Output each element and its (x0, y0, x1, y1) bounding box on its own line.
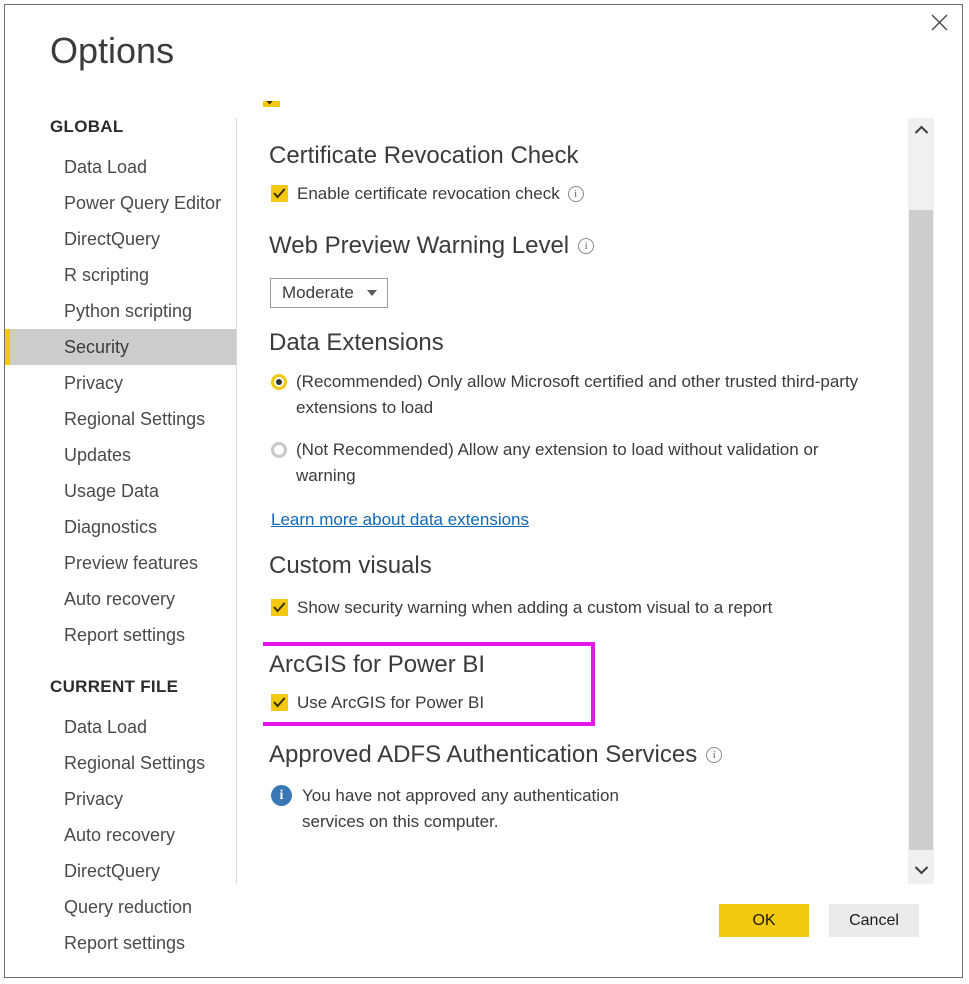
data-extension-option-recommended[interactable]: (Recommended) Only allow Microsoft certi… (271, 369, 866, 421)
content-scrollbar[interactable] (908, 118, 934, 884)
section-title-web-preview: Web Preview Warning Level i (269, 231, 595, 261)
sidebar-item-cf-privacy[interactable]: Privacy (5, 781, 237, 817)
use-arcgis-checkbox[interactable] (271, 694, 288, 711)
clipped-option-row (263, 101, 289, 107)
radio-not-recommended[interactable] (271, 442, 287, 458)
sidebar-item-cf-report-settings[interactable]: Report settings (5, 925, 237, 961)
sidebar-item-label: Data Load (64, 717, 148, 737)
sidebar-item-label: Privacy (64, 373, 124, 393)
sidebar-item-updates[interactable]: Updates (5, 437, 237, 473)
sidebar-item-label: Auto recovery (64, 589, 176, 609)
sidebar-item-label: Python scripting (64, 301, 193, 321)
scroll-up-button[interactable] (908, 118, 934, 144)
section-title-web-preview-text: Web Preview Warning Level (269, 232, 570, 259)
chevron-down-icon (914, 862, 929, 880)
clipped-checkbox[interactable] (263, 101, 280, 107)
adfs-message-row: i You have not approved any authenticati… (271, 783, 641, 835)
chevron-down-icon (366, 290, 377, 296)
page-title: Options (50, 30, 175, 71)
sidebar-divider (236, 118, 237, 884)
scrollbar-thumb[interactable] (909, 210, 933, 850)
sidebar-group-heading-current-file: CURRENT FILE (50, 677, 179, 696)
learn-more-data-extensions-link[interactable]: Learn more about data extensions (271, 510, 529, 530)
info-icon[interactable]: i (567, 186, 584, 202)
sidebar-item-label: Report settings (64, 933, 186, 953)
sidebar-item-python-scripting[interactable]: Python scripting (5, 293, 237, 329)
sidebar-item-privacy[interactable]: Privacy (5, 365, 237, 401)
sidebar-item-label: DirectQuery (64, 861, 161, 881)
settings-content: Certificate Revocation Check Enable cert… (263, 101, 897, 879)
section-title-certificate-revocation: Certificate Revocation Check (269, 142, 579, 169)
certificate-revocation-row: Enable certificate revocation check i (271, 181, 701, 207)
sidebar-item-label: Updates (64, 445, 132, 465)
radio-not-recommended-label: (Not Recommended) Allow any extension to… (296, 440, 819, 485)
section-title-adfs: Approved ADFS Authentication Services i (269, 740, 723, 770)
close-icon (931, 14, 948, 31)
show-security-warning-checkbox[interactable] (271, 599, 288, 616)
sidebar-item-label: R scripting (64, 265, 150, 285)
sidebar-item-label: Report settings (64, 625, 186, 645)
sidebar-item-label: Regional Settings (64, 753, 206, 773)
sidebar-item-data-load[interactable]: Data Load (5, 149, 237, 185)
info-icon[interactable]: i (578, 238, 595, 254)
use-arcgis-label: Use ArcGIS for Power BI (297, 693, 485, 712)
sidebar: GLOBAL Data Load Power Query Editor Dire… (5, 117, 237, 977)
show-security-warning-label: Show security warning when adding a cust… (297, 598, 773, 617)
sidebar-item-label: Regional Settings (64, 409, 206, 429)
sidebar-item-diagnostics[interactable]: Diagnostics (5, 509, 237, 545)
sidebar-group-heading-global: GLOBAL (50, 117, 124, 136)
sidebar-item-directquery[interactable]: DirectQuery (5, 221, 237, 257)
scroll-down-button[interactable] (908, 858, 934, 884)
radio-recommended[interactable] (271, 374, 287, 390)
enable-certificate-revocation-label: Enable certificate revocation check (297, 184, 560, 203)
sidebar-item-label: DirectQuery (64, 229, 161, 249)
sidebar-item-power-query-editor[interactable]: Power Query Editor (5, 185, 237, 221)
sidebar-item-usage-data[interactable]: Usage Data (5, 473, 237, 509)
sidebar-item-label: Preview features (64, 553, 199, 573)
sidebar-item-label: Data Load (64, 157, 148, 177)
options-dialog: Options GLOBAL Data Load Power Query Edi… (4, 4, 963, 978)
close-button[interactable] (916, 5, 962, 39)
section-title-arcgis: ArcGIS for Power BI (269, 651, 486, 678)
info-icon[interactable]: i (706, 747, 723, 763)
custom-visuals-row: Show security warning when adding a cust… (271, 595, 871, 621)
sidebar-item-r-scripting[interactable]: R scripting (5, 257, 237, 293)
cancel-button[interactable]: Cancel (829, 904, 919, 937)
sidebar-item-cf-data-load[interactable]: Data Load (5, 709, 237, 745)
sidebar-item-cf-auto-recovery[interactable]: Auto recovery (5, 817, 237, 853)
radio-recommended-label: (Recommended) Only allow Microsoft certi… (296, 372, 859, 417)
sidebar-item-label: Security (64, 337, 130, 357)
sidebar-item-label: Power Query Editor (64, 193, 222, 213)
ok-button[interactable]: OK (719, 904, 809, 937)
section-title-data-extensions: Data Extensions (269, 329, 444, 356)
adfs-message: You have not approved any authentication… (302, 786, 619, 831)
web-preview-warning-level-dropdown[interactable]: Moderate (270, 278, 388, 308)
sidebar-item-cf-query-reduction[interactable]: Query reduction (5, 889, 237, 925)
sidebar-item-cf-directquery[interactable]: DirectQuery (5, 853, 237, 889)
data-extension-option-not-recommended[interactable]: (Not Recommended) Allow any extension to… (271, 437, 866, 489)
sidebar-item-regional-settings[interactable]: Regional Settings (5, 401, 237, 437)
sidebar-item-label: Usage Data (64, 481, 160, 501)
arcgis-row: Use ArcGIS for Power BI (271, 690, 671, 716)
chevron-up-icon (914, 122, 929, 140)
sidebar-item-auto-recovery[interactable]: Auto recovery (5, 581, 237, 617)
sidebar-item-report-settings[interactable]: Report settings (5, 617, 237, 653)
sidebar-item-security[interactable]: Security (5, 329, 237, 365)
sidebar-item-label: Diagnostics (64, 517, 158, 537)
sidebar-item-label: Auto recovery (64, 825, 176, 845)
sidebar-item-label: Privacy (64, 789, 124, 809)
sidebar-item-preview-features[interactable]: Preview features (5, 545, 237, 581)
enable-certificate-revocation-checkbox[interactable] (271, 185, 288, 202)
dropdown-value: Moderate (282, 283, 354, 302)
sidebar-item-label: Query reduction (64, 897, 193, 917)
section-title-adfs-text: Approved ADFS Authentication Services (269, 741, 698, 768)
section-title-custom-visuals: Custom visuals (269, 552, 432, 579)
info-filled-icon: i (271, 785, 292, 806)
sidebar-item-cf-regional-settings[interactable]: Regional Settings (5, 745, 237, 781)
